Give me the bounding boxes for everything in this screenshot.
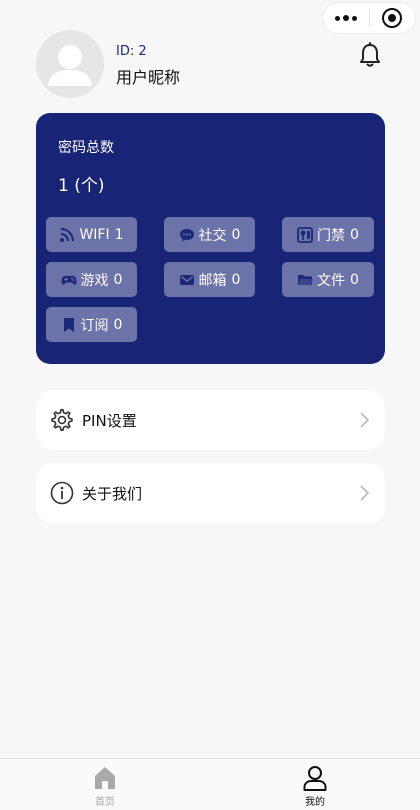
home-icon <box>95 767 115 789</box>
category-count: 1 <box>114 226 124 243</box>
category-tag-games[interactable]: 游戏 0 <box>46 262 137 297</box>
folder-icon <box>298 274 314 285</box>
info-icon <box>50 481 74 505</box>
category-label: 社交 <box>198 227 227 244</box>
tab-home-label: 首页 <box>95 797 115 808</box>
category-tag-wifi[interactable]: WIFI 1 <box>46 217 137 252</box>
category-count: 0 <box>231 271 241 288</box>
about-us-label: 关于我们 <box>82 484 143 503</box>
more-menu-button[interactable] <box>323 3 369 33</box>
user-profile-icon <box>303 766 327 791</box>
category-label: 游戏 <box>80 272 109 289</box>
tab-mine-label: 我的 <box>305 797 325 808</box>
bookmark-icon <box>63 317 74 332</box>
gamepad-icon <box>61 275 77 285</box>
category-label: 门禁 <box>317 227 346 244</box>
stats-total-count: 1 (个) <box>58 176 105 196</box>
category-count: 0 <box>231 226 241 243</box>
more-dots-icon <box>334 15 357 21</box>
category-label: 邮箱 <box>198 272 227 289</box>
tab-mine[interactable]: 我的 <box>210 759 420 810</box>
category-tag-files[interactable]: 文件 0 <box>282 262 374 297</box>
close-miniprogram-button[interactable] <box>370 3 416 33</box>
category-tag-access[interactable]: 门禁 0 <box>282 217 374 252</box>
mail-icon <box>179 274 194 285</box>
category-count: 0 <box>113 316 123 333</box>
chat-icon <box>179 228 194 241</box>
category-label: 文件 <box>317 272 346 289</box>
bottom-tab-bar: 首页 我的 <box>0 758 420 810</box>
user-nickname: 用户昵称 <box>116 68 181 87</box>
password-stats-card: 密码总数 1 (个) WIFI 1 社交 0 门禁 0 游戏 0 邮箱 0 文件… <box>36 113 385 364</box>
tab-home[interactable]: 首页 <box>0 759 210 810</box>
user-id-label: ID: 2 <box>116 44 147 59</box>
category-count: 0 <box>350 271 359 288</box>
gear-icon <box>51 408 73 431</box>
category-count: 0 <box>350 226 359 243</box>
avatar[interactable] <box>36 30 104 98</box>
category-count: 0 <box>113 271 123 288</box>
access-card-icon <box>297 226 313 243</box>
chevron-right-icon <box>360 412 369 428</box>
pin-settings-row[interactable]: PIN设置 <box>36 390 385 450</box>
stats-title: 密码总数 <box>58 140 114 156</box>
category-label: WIFI <box>79 226 110 243</box>
wifi-icon <box>60 227 75 242</box>
target-circle-icon <box>382 8 403 28</box>
category-tag-subscriptions[interactable]: 订阅 0 <box>46 307 137 342</box>
about-us-row[interactable]: 关于我们 <box>36 463 385 523</box>
pin-settings-label: PIN设置 <box>82 411 137 430</box>
chevron-right-icon <box>360 485 369 501</box>
category-tag-mail[interactable]: 邮箱 0 <box>164 262 255 297</box>
notification-bell-icon[interactable] <box>358 42 382 68</box>
miniprogram-capsule <box>322 2 416 34</box>
category-label: 订阅 <box>80 317 109 334</box>
category-tag-social[interactable]: 社交 0 <box>164 217 255 252</box>
